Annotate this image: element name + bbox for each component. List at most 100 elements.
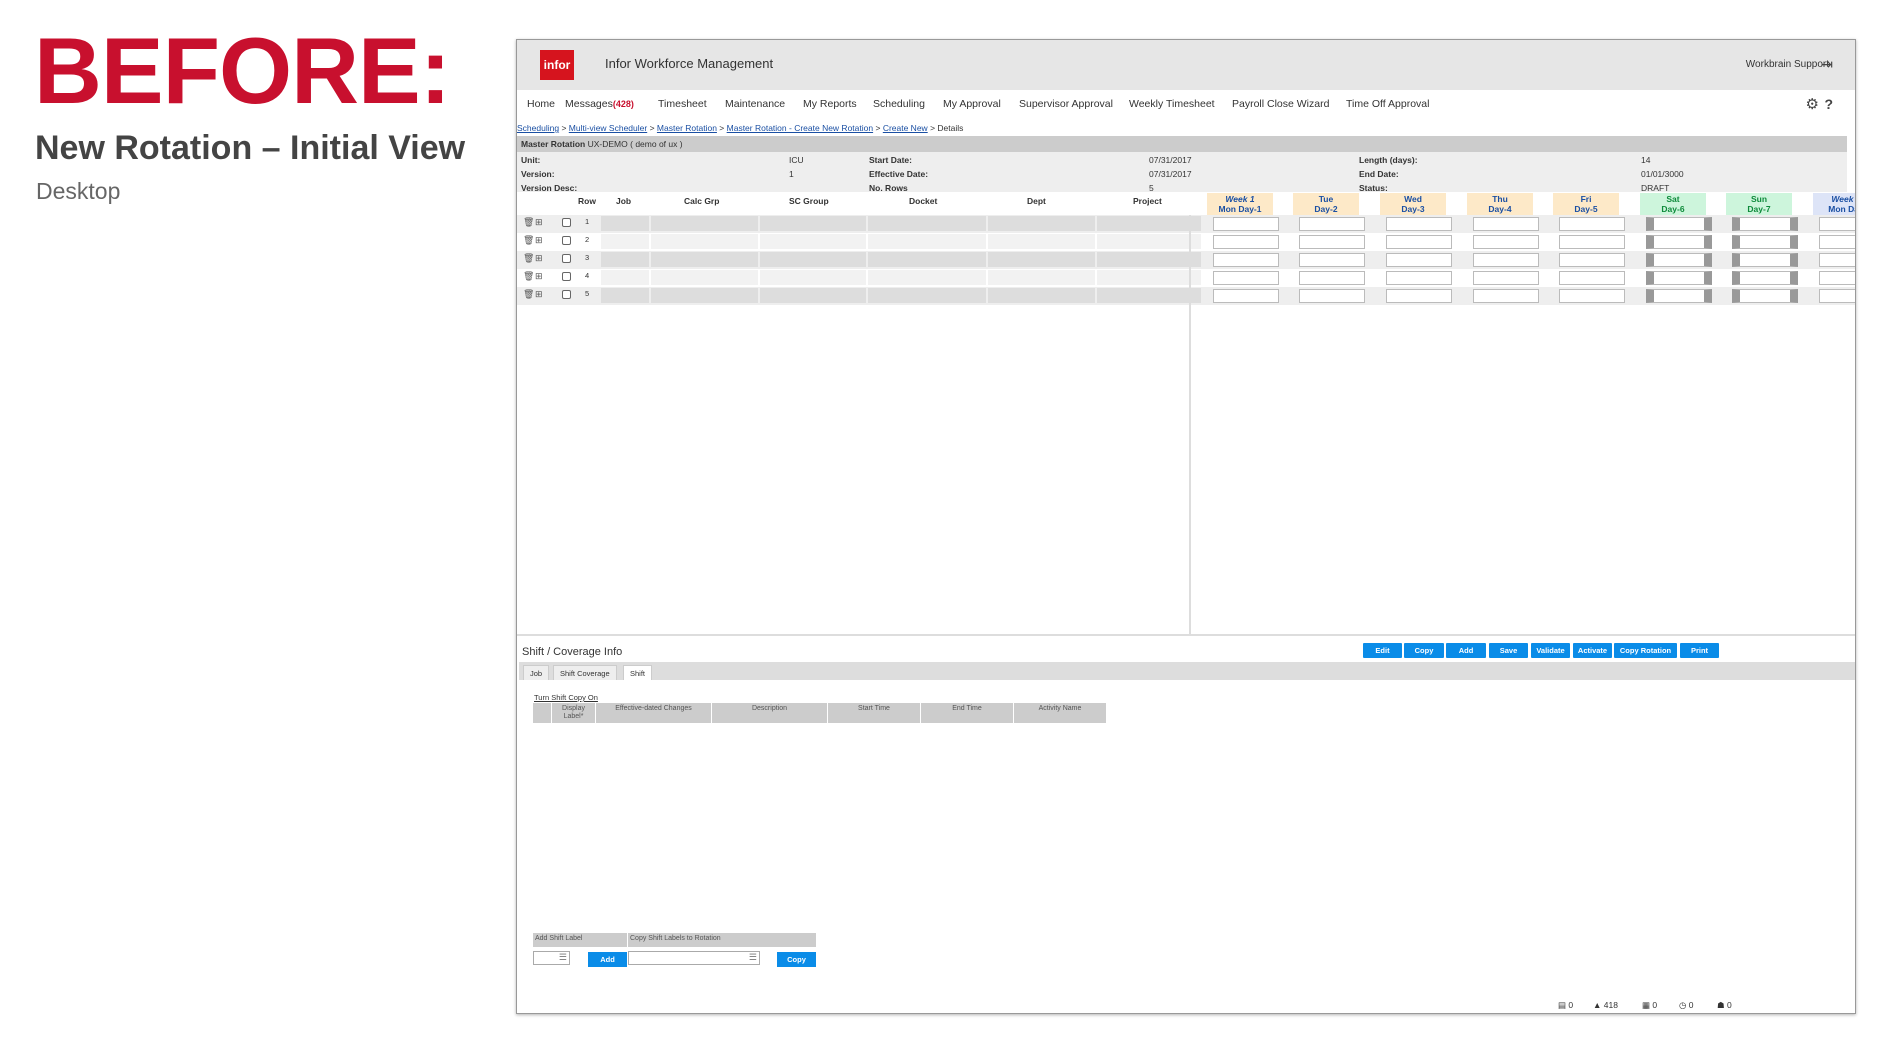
day-shift-input[interactable] — [1213, 217, 1279, 231]
validate-button[interactable]: Validate — [1531, 643, 1570, 658]
col-effective-dated-changes[interactable]: Effective-dated Changes — [596, 703, 711, 723]
copy-rotation-button[interactable]: Copy Rotation — [1614, 643, 1677, 658]
day-shift-input[interactable] — [1732, 235, 1798, 249]
grid-cell[interactable] — [988, 288, 1095, 303]
day-shift-input[interactable] — [1732, 253, 1798, 267]
day-shift-input[interactable] — [1473, 235, 1539, 249]
day-header-1[interactable]: Week 1 Mon Day-1 — [1207, 193, 1273, 215]
col-project[interactable]: Project — [1133, 196, 1162, 206]
table-row[interactable]: 🗑 ⊞ 3 — [517, 251, 1855, 269]
nav-home[interactable]: Home — [527, 98, 555, 110]
list-picker-icon[interactable]: ☰ — [559, 952, 567, 963]
grid-cell[interactable] — [651, 216, 758, 231]
col-start-time[interactable]: Start Time — [828, 703, 920, 723]
grid-cell[interactable] — [988, 216, 1095, 231]
add-button[interactable]: Add — [1446, 643, 1486, 658]
grid-cell[interactable] — [760, 270, 866, 285]
day-shift-input[interactable] — [1559, 217, 1625, 231]
list-picker-icon[interactable]: ☰ — [749, 952, 757, 963]
day-shift-input[interactable] — [1299, 253, 1365, 267]
day-shift-input[interactable] — [1819, 235, 1855, 249]
delete-icon[interactable]: 🗑 — [523, 253, 534, 264]
grid-cell[interactable] — [760, 234, 866, 249]
day-shift-input[interactable] — [1732, 289, 1798, 303]
day-shift-input[interactable] — [1732, 271, 1798, 285]
row-checkbox[interactable] — [562, 254, 571, 263]
grid-cell[interactable] — [760, 288, 866, 303]
grid-cell[interactable] — [988, 270, 1095, 285]
day-shift-input[interactable] — [1213, 253, 1279, 267]
day-shift-input[interactable] — [1819, 253, 1855, 267]
day-shift-input[interactable] — [1559, 271, 1625, 285]
copy-button[interactable]: Copy — [1404, 643, 1444, 658]
grid-cell[interactable] — [601, 216, 649, 231]
day-shift-input[interactable] — [1819, 271, 1855, 285]
col-calc-grp[interactable]: Calc Grp — [684, 196, 719, 206]
gear-icon[interactable]: ⚙ — [1806, 95, 1819, 113]
col-job[interactable]: Job — [616, 196, 631, 206]
nav-maintenance[interactable]: Maintenance — [725, 98, 785, 110]
help-icon[interactable]: ? — [1824, 96, 1833, 112]
delete-icon[interactable]: 🗑 — [523, 289, 534, 300]
nav-my-reports[interactable]: My Reports — [803, 98, 857, 110]
day-shift-input[interactable] — [1559, 253, 1625, 267]
tab-shift[interactable]: Shift — [623, 665, 653, 680]
breadcrumb-multi-view-scheduler[interactable]: Multi-view Scheduler — [569, 123, 647, 133]
grid-cell[interactable] — [868, 270, 986, 285]
day-shift-input[interactable] — [1386, 289, 1452, 303]
logout-icon[interactable]: ⇥ — [1821, 56, 1833, 73]
status-calendar[interactable]: ▦ 0 — [1642, 1000, 1657, 1011]
col-activity-name[interactable]: Activity Name — [1014, 703, 1106, 723]
table-row[interactable]: 🗑 ⊞ 1 — [517, 215, 1855, 233]
edit-button[interactable]: Edit — [1363, 643, 1402, 658]
day-shift-input[interactable] — [1473, 271, 1539, 285]
grid-cell[interactable] — [1097, 216, 1201, 231]
add-shift-label-input[interactable]: ☰ — [533, 951, 570, 965]
day-shift-input[interactable] — [1299, 289, 1365, 303]
grid-cell[interactable] — [760, 216, 866, 231]
day-shift-input[interactable] — [1819, 217, 1855, 231]
nav-scheduling[interactable]: Scheduling — [873, 98, 925, 110]
grid-cell[interactable] — [868, 252, 986, 267]
grid-cell[interactable] — [651, 252, 758, 267]
grid-cell[interactable] — [1097, 234, 1201, 249]
day-shift-input[interactable] — [1473, 217, 1539, 231]
col-docket[interactable]: Docket — [909, 196, 937, 206]
table-row[interactable]: 🗑 ⊞ 2 — [517, 233, 1855, 251]
row-checkbox[interactable] — [562, 290, 571, 299]
day-header-5[interactable]: Fri Day-5 — [1553, 193, 1619, 215]
grid-cell[interactable] — [760, 252, 866, 267]
expand-icon[interactable]: ⊞ — [535, 217, 543, 228]
grid-cell[interactable] — [601, 252, 649, 267]
day-shift-input[interactable] — [1386, 253, 1452, 267]
breadcrumb-create-new-rotation[interactable]: Master Rotation - Create New Rotation — [727, 123, 873, 133]
expand-icon[interactable]: ⊞ — [535, 271, 543, 282]
row-checkbox[interactable] — [562, 236, 571, 245]
day-shift-input[interactable] — [1646, 253, 1712, 267]
grid-cell[interactable] — [601, 234, 649, 249]
copy-shift-labels-button[interactable]: Copy — [777, 952, 816, 967]
status-alerts[interactable]: ▲ 418 — [1593, 1000, 1618, 1010]
breadcrumb-create-new[interactable]: Create New — [883, 123, 928, 133]
status-clock[interactable]: ◷ 0 — [1679, 1000, 1694, 1011]
day-shift-input[interactable] — [1559, 235, 1625, 249]
nav-supervisor-approval[interactable]: Supervisor Approval — [1019, 98, 1113, 110]
day-shift-input[interactable] — [1299, 235, 1365, 249]
turn-shift-copy-on-link[interactable]: Turn Shift Copy On — [534, 693, 598, 702]
day-shift-input[interactable] — [1646, 217, 1712, 231]
nav-weekly-timesheet[interactable]: Weekly Timesheet — [1129, 98, 1215, 110]
add-shift-label-button[interactable]: Add — [588, 952, 627, 967]
grid-cell[interactable] — [868, 216, 986, 231]
nav-time-off-approval[interactable]: Time Off Approval — [1346, 98, 1429, 110]
day-shift-input[interactable] — [1213, 289, 1279, 303]
row-checkbox[interactable] — [562, 272, 571, 281]
delete-icon[interactable]: 🗑 — [523, 217, 534, 228]
day-shift-input[interactable] — [1646, 235, 1712, 249]
grid-cell[interactable] — [601, 288, 649, 303]
grid-cell[interactable] — [1097, 252, 1201, 267]
nav-messages[interactable]: Messages(428) — [565, 98, 634, 110]
grid-cell[interactable] — [988, 234, 1095, 249]
table-row[interactable]: 🗑 ⊞ 4 — [517, 269, 1855, 287]
day-header-2[interactable]: Tue Day-2 — [1293, 193, 1359, 215]
day-shift-input[interactable] — [1646, 289, 1712, 303]
